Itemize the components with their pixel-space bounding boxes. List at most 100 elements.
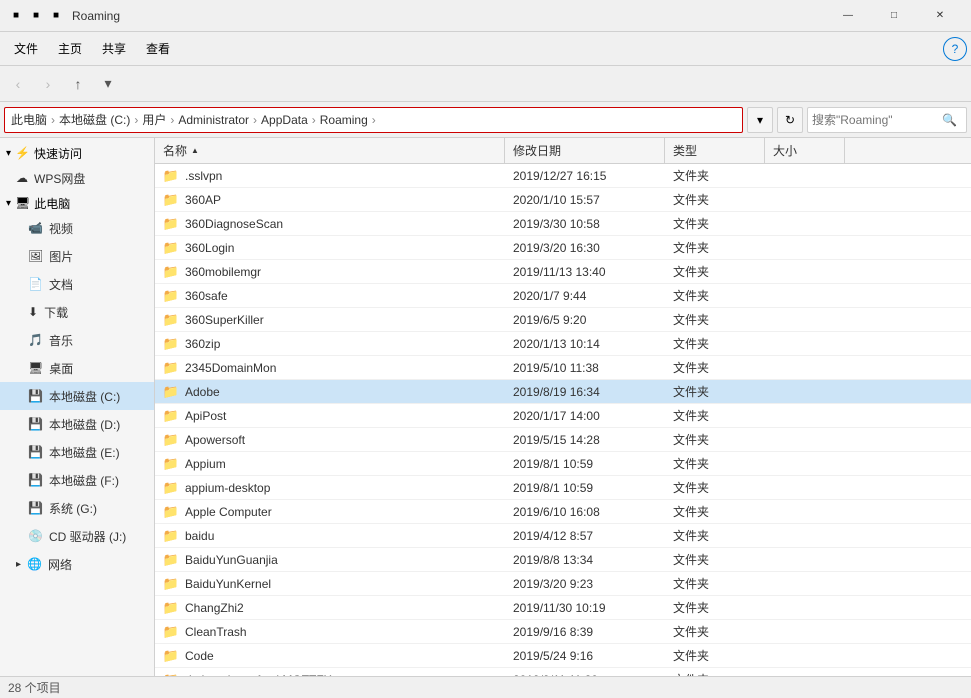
- table-row[interactable]: 📁 ApiPost 2020/1/17 14:00 文件夹: [155, 404, 971, 428]
- file-date-cell: 2019/8/1 10:59: [505, 452, 665, 475]
- file-name-cell: 📁 ChangZhi2: [155, 596, 505, 619]
- table-row[interactable]: 📁 CleanTrash 2019/9/16 8:39 文件夹: [155, 620, 971, 644]
- file-type-cell: 文件夹: [665, 332, 765, 355]
- file-date: 2019/5/10 11:38: [513, 361, 599, 375]
- address-path[interactable]: 此电脑 › 本地磁盘 (C:) › 用户 › Administrator › A…: [4, 107, 743, 133]
- menu-share[interactable]: 共享: [92, 32, 136, 65]
- close-button[interactable]: ✕: [917, 0, 963, 32]
- table-row[interactable]: 📁 Appium 2019/8/1 10:59 文件夹: [155, 452, 971, 476]
- file-name-cell: 📁 Apple Computer: [155, 500, 505, 523]
- sidebar-item-cd-j[interactable]: 💿 CD 驱动器 (J:): [0, 522, 154, 550]
- table-row[interactable]: 📁 360SuperKiller 2019/6/5 9:20 文件夹: [155, 308, 971, 332]
- table-row[interactable]: 📁 Code 2019/5/24 9:16 文件夹: [155, 644, 971, 668]
- table-row[interactable]: 📁 .sslvpn 2019/12/27 16:15 文件夹: [155, 164, 971, 188]
- sidebar-item-music[interactable]: 🎵 音乐: [0, 326, 154, 354]
- file-date: 2019/11/13 13:40: [513, 265, 606, 279]
- path-segment-c[interactable]: 本地磁盘 (C:): [59, 111, 130, 128]
- table-row[interactable]: 📁 Apowersoft 2019/5/15 14:28 文件夹: [155, 428, 971, 452]
- sidebar-item-downloads[interactable]: ⬇ 下载: [0, 298, 154, 326]
- help-button[interactable]: ?: [943, 37, 967, 61]
- menu-home[interactable]: 主页: [48, 32, 92, 65]
- file-name-cell: 📁 Code: [155, 644, 505, 667]
- file-date: 2020/1/17 14:00: [513, 409, 600, 423]
- sidebar-item-documents[interactable]: 📄 文档: [0, 270, 154, 298]
- main-layout: ▾ ⚡ 快速访问 ☁ WPS网盘 ▾ 🖥 此电脑 📹 视频 🖼 图片 📄 文档: [0, 138, 971, 676]
- sidebar-item-wps[interactable]: ☁ WPS网盘: [0, 164, 154, 192]
- file-name-cell: 📁 2345DomainMon: [155, 356, 505, 379]
- sidebar-item-video[interactable]: 📹 视频: [0, 214, 154, 242]
- file-size-cell: [765, 164, 845, 187]
- sidebar-section-quickaccess[interactable]: ▾ ⚡ 快速访问: [0, 142, 154, 164]
- table-row[interactable]: 📁 ChangZhi2 2019/11/30 10:19 文件夹: [155, 596, 971, 620]
- folder-icon: 📁: [163, 240, 179, 256]
- column-header-type[interactable]: 类型: [665, 138, 765, 163]
- sidebar-item-local-d[interactable]: 💾 本地磁盘 (D:): [0, 410, 154, 438]
- disk-g-icon: 💾: [28, 501, 43, 515]
- desktop-label: 桌面: [49, 360, 73, 377]
- sidebar-item-local-f[interactable]: 💾 本地磁盘 (F:): [0, 466, 154, 494]
- table-row[interactable]: 📁 360AP 2020/1/10 15:57 文件夹: [155, 188, 971, 212]
- table-row[interactable]: 📁 360DiagnoseScan 2019/3/30 10:58 文件夹: [155, 212, 971, 236]
- sidebar-item-local-c[interactable]: 💾 本地磁盘 (C:): [0, 382, 154, 410]
- path-segment-pc[interactable]: 此电脑: [11, 111, 47, 128]
- file-size-cell: [765, 188, 845, 211]
- table-row[interactable]: 📁 360zip 2020/1/13 10:14 文件夹: [155, 332, 971, 356]
- file-name-cell: 📁 .sslvpn: [155, 164, 505, 187]
- path-segment-users[interactable]: 用户: [142, 111, 166, 128]
- maximize-button[interactable]: □: [871, 0, 917, 32]
- path-segment-admin[interactable]: Administrator: [178, 113, 249, 127]
- folder-icon: 📁: [163, 456, 179, 472]
- search-box[interactable]: 🔍: [807, 107, 967, 133]
- path-segment-roaming[interactable]: Roaming: [320, 113, 368, 127]
- folder-icon: 📁: [163, 504, 179, 520]
- sidebar-section-thispc[interactable]: ▾ 🖥 此电脑: [0, 192, 154, 214]
- file-name: baidu: [185, 529, 214, 543]
- address-dropdown-button[interactable]: ▾: [747, 107, 773, 133]
- file-date-cell: 2019/8/19 16:34: [505, 380, 665, 403]
- file-type: 文件夹: [673, 671, 709, 676]
- column-header-size[interactable]: 大小: [765, 138, 845, 163]
- table-row[interactable]: 📁 360Login 2019/3/20 16:30 文件夹: [155, 236, 971, 260]
- file-date-cell: 2020/1/13 10:14: [505, 332, 665, 355]
- sidebar-item-network[interactable]: ▸ 🌐 网络: [0, 550, 154, 578]
- menu-file[interactable]: 文件: [4, 32, 48, 65]
- table-row[interactable]: 📁 360mobilemgr 2019/11/13 13:40 文件夹: [155, 260, 971, 284]
- folder-icon: 📁: [163, 672, 179, 677]
- file-name-cell: 📁 BaiduYunKernel: [155, 572, 505, 595]
- table-row[interactable]: 📁 BaiduYunKernel 2019/3/20 9:23 文件夹: [155, 572, 971, 596]
- file-list: 名称 ▲ 修改日期 类型 大小 📁 .sslvpn 2019/12/27 16:…: [155, 138, 971, 676]
- table-row[interactable]: 📁 baidu 2019/4/12 8:57 文件夹: [155, 524, 971, 548]
- file-date-cell: 2019/6/10 16:08: [505, 500, 665, 523]
- table-row[interactable]: 📁 Apple Computer 2019/6/10 16:08 文件夹: [155, 500, 971, 524]
- file-name-cell: 📁 CleanTrash: [155, 620, 505, 643]
- table-row[interactable]: 📁 de.jensd.mqttfx.ui.MQTTFX 2019/9/11 11…: [155, 668, 971, 676]
- search-input[interactable]: [812, 113, 942, 127]
- minimize-button[interactable]: —: [825, 0, 871, 32]
- table-row[interactable]: 📁 appium-desktop 2019/8/1 10:59 文件夹: [155, 476, 971, 500]
- back-button[interactable]: ‹: [4, 70, 32, 98]
- file-type-cell: 文件夹: [665, 620, 765, 643]
- disk-e-label: 本地磁盘 (E:): [49, 444, 120, 461]
- file-date-cell: 2019/12/27 16:15: [505, 164, 665, 187]
- sidebar-item-system-g[interactable]: 💾 系统 (G:): [0, 494, 154, 522]
- refresh-button[interactable]: ↻: [777, 107, 803, 133]
- file-date-cell: 2019/11/30 10:19: [505, 596, 665, 619]
- folder-icon: 📁: [163, 168, 179, 184]
- sidebar-item-local-e[interactable]: 💾 本地磁盘 (E:): [0, 438, 154, 466]
- table-row[interactable]: 📁 Adobe 2019/8/19 16:34 文件夹: [155, 380, 971, 404]
- forward-button[interactable]: ›: [34, 70, 62, 98]
- sidebar-item-pictures[interactable]: 🖼 图片: [0, 242, 154, 270]
- sidebar-item-desktop[interactable]: 🖥 桌面: [0, 354, 154, 382]
- path-segment-appdata[interactable]: AppData: [261, 113, 308, 127]
- up-button[interactable]: ↑: [64, 70, 92, 98]
- file-date-cell: 2019/3/30 10:58: [505, 212, 665, 235]
- table-row[interactable]: 📁 BaiduYunGuanjia 2019/8/8 13:34 文件夹: [155, 548, 971, 572]
- menu-view[interactable]: 查看: [136, 32, 180, 65]
- file-date: 2019/3/30 10:58: [513, 217, 600, 231]
- table-row[interactable]: 📁 2345DomainMon 2019/5/10 11:38 文件夹: [155, 356, 971, 380]
- column-header-date[interactable]: 修改日期: [505, 138, 665, 163]
- wps-label: WPS网盘: [34, 170, 85, 187]
- recent-locations-button[interactable]: ▾: [94, 70, 122, 98]
- table-row[interactable]: 📁 360safe 2020/1/7 9:44 文件夹: [155, 284, 971, 308]
- column-header-name[interactable]: 名称 ▲: [155, 138, 505, 163]
